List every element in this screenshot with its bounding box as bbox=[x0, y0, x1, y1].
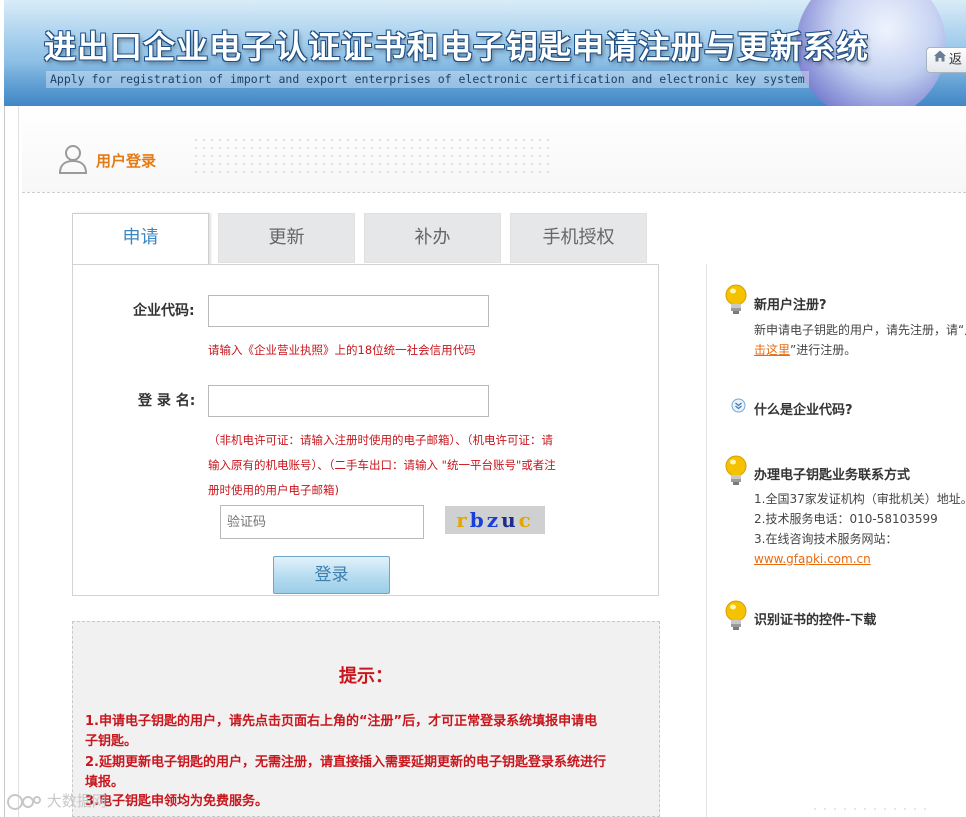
register-here-link[interactable]: 击这里 bbox=[754, 343, 790, 357]
login-name-hint-line: 输入原有的机电账号）、（二手车出口：请输入 "统一平台账号"或者注 bbox=[208, 458, 556, 472]
login-name-hint-line: （非机电许可证：请输入注册时使用的电子邮箱）、（机电许可证：请 bbox=[208, 433, 553, 447]
login-section-title: 用户登录 bbox=[96, 152, 157, 170]
header-banner: 进出口企业电子认证证书和电子钥匙申请注册与更新系统 Apply for regi… bbox=[4, 0, 966, 106]
company-code-label: 企业代码: bbox=[133, 303, 195, 319]
tips-line: 填报。 bbox=[85, 775, 125, 790]
tips-title: 提示： bbox=[339, 666, 393, 687]
login-name-hint-line: 册时使用的用户电子邮箱) bbox=[208, 483, 339, 497]
login-name-label: 登 录 名: bbox=[138, 393, 196, 409]
lightbulb-icon bbox=[724, 284, 748, 320]
dot-pattern-decoration bbox=[810, 806, 930, 812]
tips-line: 1.申请电子钥匙的用户，请先点击页面右上角的“注册”后，才可正常登录系统填报申请… bbox=[85, 714, 598, 729]
home-button-label: 返 bbox=[949, 52, 963, 68]
contact-website-link: www.gfapki.com.cn bbox=[754, 549, 871, 569]
captcha-char: r bbox=[456, 508, 470, 532]
contact-line[interactable]: 1.全国37家发证机构（审批机关）地址。 bbox=[754, 489, 966, 509]
lightbulb-icon bbox=[724, 600, 748, 636]
new-user-register-text-2: 击这里”进行注册。 bbox=[754, 340, 856, 360]
contact-info-title: 办理电子钥匙业务联系方式 bbox=[754, 468, 911, 483]
captcha-char: c bbox=[518, 508, 534, 532]
what-is-company-code-link[interactable]: 什么是企业代码? bbox=[754, 399, 853, 418]
new-user-text: 新申请电子钥匙的用户，请先注册，请“点 bbox=[754, 323, 966, 337]
company-code-hint: 请输入《企业营业执照》上的18位统一社会信用代码 bbox=[208, 343, 476, 357]
watermark-logo-icon bbox=[6, 792, 47, 810]
frame-line bbox=[4, 106, 5, 817]
contact-line: 2.技术服务电话：010-58103599 bbox=[754, 512, 938, 526]
watermark: 大数据网 bbox=[6, 789, 107, 813]
captcha-char: b bbox=[469, 508, 487, 532]
expand-circle-icon[interactable] bbox=[731, 398, 746, 417]
lightbulb-icon bbox=[724, 455, 748, 491]
login-name-input[interactable] bbox=[208, 385, 489, 417]
captcha-char: z bbox=[486, 508, 502, 532]
tab-renew[interactable]: 更新 bbox=[218, 213, 355, 263]
watermark-text: 大数据网 bbox=[46, 792, 107, 810]
system-title: 进出口企业电子认证证书和电子钥匙申请注册与更新系统 bbox=[44, 28, 870, 66]
login-section-header: 用户登录 bbox=[22, 106, 966, 193]
company-code-input[interactable] bbox=[208, 295, 489, 327]
home-icon bbox=[933, 48, 947, 72]
frame-line bbox=[18, 106, 19, 817]
captcha-image[interactable]: rbzuc bbox=[445, 506, 545, 534]
captcha-char: u bbox=[501, 508, 519, 532]
contact-line: 3.在线咨询技术服务网站： bbox=[754, 532, 898, 546]
tab-mobile-authorization[interactable]: 手机授权 bbox=[510, 213, 647, 263]
new-user-text: ”进行注册。 bbox=[790, 343, 857, 357]
certificate-control-download-link[interactable]: 识别证书的控件-下载 bbox=[754, 609, 876, 628]
tips-line: 子钥匙。 bbox=[85, 734, 138, 749]
dot-pattern-decoration bbox=[192, 136, 552, 176]
new-user-register-text: 新申请电子钥匙的用户，请先注册，请“点 bbox=[754, 320, 966, 340]
tips-line: 2.延期更新电子钥匙的用户，无需注册，请直接插入需要延期更新的电子钥匙登录系统进… bbox=[85, 755, 606, 770]
new-user-register-title[interactable]: 新用户注册? bbox=[754, 294, 827, 313]
login-button[interactable]: 登录 bbox=[273, 556, 390, 594]
system-subtitle: Apply for registration of import and exp… bbox=[46, 71, 809, 88]
home-button[interactable]: 返 bbox=[926, 47, 966, 73]
tips-line: 3.电子钥匙申领均为免费服务。 bbox=[85, 794, 268, 809]
tab-reissue[interactable]: 补办 bbox=[364, 213, 501, 263]
sidebar-divider bbox=[706, 264, 707, 817]
tab-apply[interactable]: 申请 bbox=[72, 213, 209, 265]
captcha-input[interactable] bbox=[220, 505, 424, 539]
user-icon bbox=[58, 144, 88, 178]
tips-box: 提示： 1.申请电子钥匙的用户，请先点击页面右上角的“注册”后，才可正常登录系统… bbox=[72, 621, 660, 817]
login-name-hint: （非机电许可证：请输入注册时使用的电子邮箱）、（机电许可证：请 输入原有的机电账… bbox=[208, 428, 598, 503]
website-link[interactable]: www.gfapki.com.cn bbox=[754, 552, 871, 566]
